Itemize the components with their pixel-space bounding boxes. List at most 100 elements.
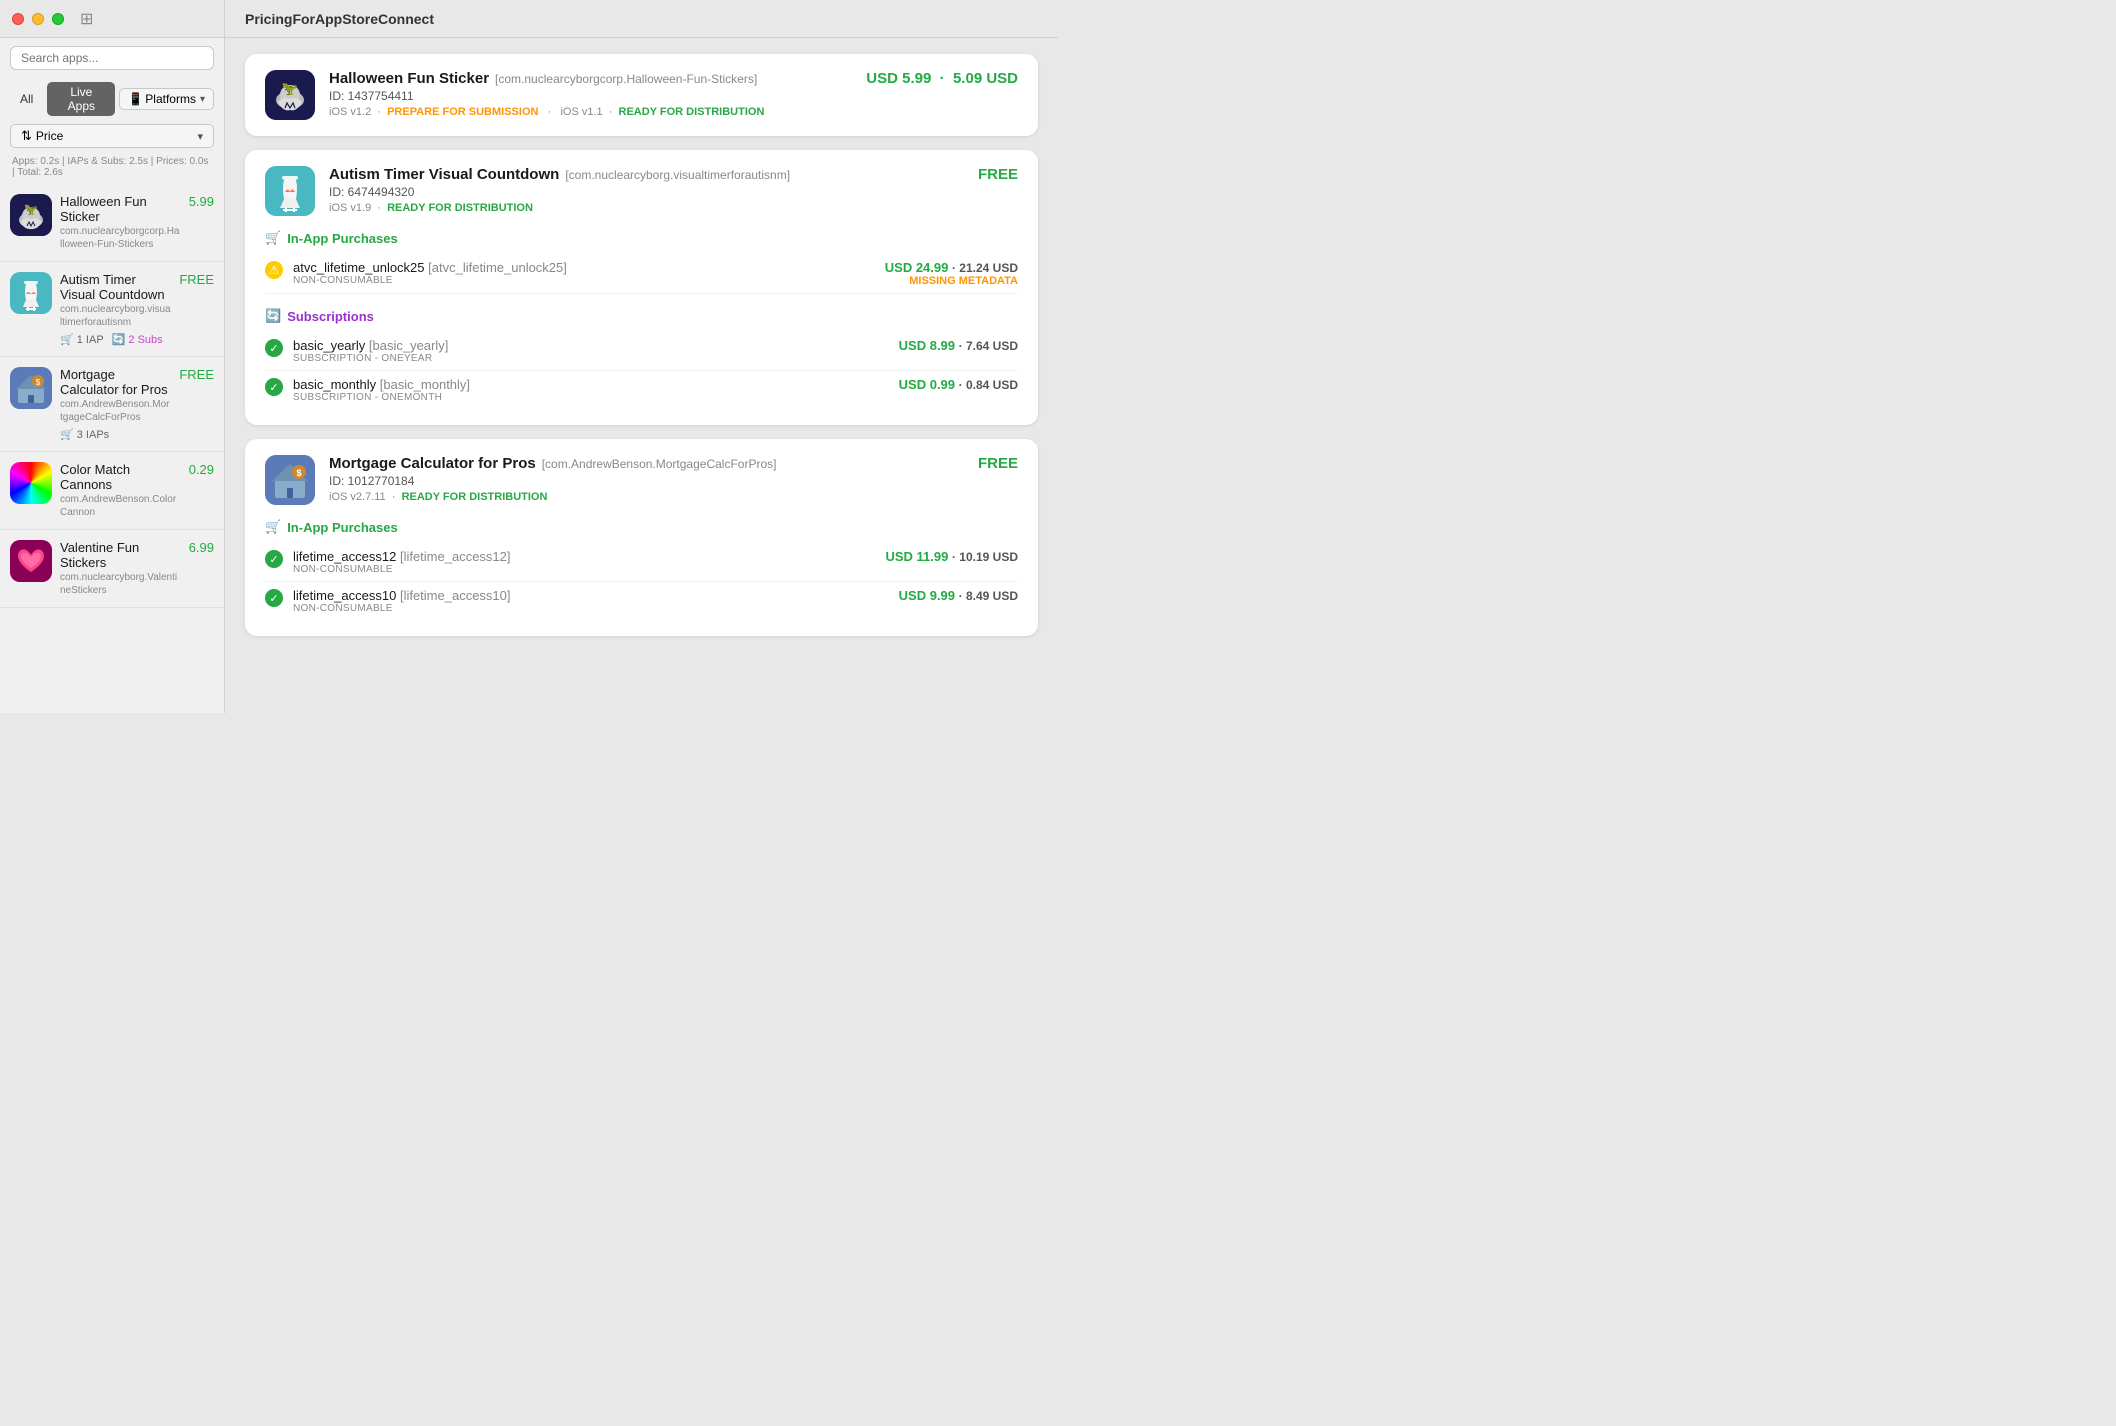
minimize-button[interactable] <box>32 13 44 25</box>
valentine-app-name: Valentine Fun Stickers <box>60 540 181 570</box>
iap-lifetime12-name: lifetime_access12 [lifetime_access12] <box>293 549 875 564</box>
iap-lifetime12: ✓ lifetime_access12 [lifetime_access12] … <box>265 543 1018 582</box>
autism-iap-section-header: 🛒 In-App Purchases <box>265 230 1018 246</box>
svg-text:🦖: 🦖 <box>282 81 298 96</box>
valentine-app-price: 6.99 <box>189 540 214 555</box>
mortgage-iap-label: In-App Purchases <box>287 520 398 535</box>
titlebar: ⊞ <box>0 0 224 38</box>
mortgage-app-icon: $ <box>10 367 52 409</box>
sidebar-toggle-icon[interactable]: ⊞ <box>80 9 93 29</box>
iap-lifetime12-info: lifetime_access12 [lifetime_access12] NO… <box>293 549 875 575</box>
refresh-icon: 🔄 <box>265 308 281 324</box>
autism-app-tags: 🛒 1 IAP 🔄 2 Subs <box>60 333 171 346</box>
sub-monthly-type: SUBSCRIPTION - oneMonth <box>293 392 889 403</box>
filter-live-button[interactable]: Live Apps <box>47 82 115 116</box>
mortgage-app-tags: 🛒 3 IAPs <box>60 428 171 441</box>
platform-icon: 📱 <box>128 92 143 106</box>
sub-basic-yearly: ✓ basic_yearly [basic_yearly] SUBSCRIPTI… <box>265 332 1018 371</box>
color-app-info: Color Match Cannons com.AndrewBenson.Col… <box>60 462 181 519</box>
halloween-version-status-2: READY FOR DISTRIBUTION <box>619 106 765 118</box>
search-input[interactable] <box>10 46 214 70</box>
sidebar-item-color[interactable]: Color Match Cannons com.AndrewBenson.Col… <box>0 452 224 530</box>
card-autism-versions: iOS v1.9 · READY FOR DISTRIBUTION <box>329 202 964 214</box>
card-halloween: 🦖 Halloween Fun Sticker [com.nuclearcybo… <box>245 54 1038 136</box>
iap-atvc-price: USD 24.99 · 21.24 USD MISSING METADATA <box>885 260 1018 287</box>
sidebar-item-valentine[interactable]: Valentine Fun Stickers com.nuclearcyborg… <box>0 530 224 608</box>
autism-app-bundle: com.nuclearcyborg.visualtimerforautisnm <box>60 303 171 329</box>
warning-icon: ⚠ <box>265 261 283 279</box>
sort-row: ⇅ Price ▾ <box>0 120 224 152</box>
chevron-down-icon: ▾ <box>200 94 205 105</box>
search-bar <box>0 38 224 78</box>
filter-platforms-dropdown[interactable]: 📱 Platforms ▾ <box>119 88 214 110</box>
sidebar-item-autism[interactable]: Autism Timer Visual Countdown com.nuclea… <box>0 262 224 357</box>
sort-price-button[interactable]: ⇅ Price ▾ <box>10 124 214 148</box>
color-app-bundle: com.AndrewBenson.ColorCannon <box>60 493 181 519</box>
card-autism-info: Autism Timer Visual Countdown [com.nucle… <box>329 166 964 214</box>
valentine-app-icon <box>10 540 52 582</box>
sub-monthly-price-main: USD 0.99 · 0.84 USD <box>899 377 1018 392</box>
card-autism-bundle: [com.nuclearcyborg.visualtimerforautisnm… <box>565 168 790 182</box>
card-halloween-versions: iOS v1.2 · PREPARE FOR SUBMISSION · iOS … <box>329 106 852 118</box>
card-halloween-icon: 🦖 <box>265 70 315 120</box>
iap-atvc-bundle: [atvc_lifetime_unlock25] <box>428 260 567 275</box>
autism-sub-section-header: 🔄 Subscriptions <box>265 308 1018 324</box>
iap-lifetime12-price: USD 11.99 · 10.19 USD <box>885 549 1018 564</box>
cart-icon-mortgage: 🛒 <box>265 519 281 535</box>
card-mortgage-bundle: [com.AndrewBenson.MortgageCalcForPros] <box>542 457 777 471</box>
autism-iap-tag: 🛒 1 IAP <box>60 333 104 346</box>
card-autism-title-row: Autism Timer Visual Countdown [com.nucle… <box>329 166 964 183</box>
card-autism-price: FREE <box>978 166 1018 183</box>
iap-lifetime10-name: lifetime_access10 [lifetime_access10] <box>293 588 889 603</box>
maximize-button[interactable] <box>52 13 64 25</box>
sidebar-item-halloween[interactable]: 🦖 Halloween Fun Sticker com.nuclearcybor… <box>0 184 224 262</box>
card-mortgage-header: $ Mortgage Calculator for Pros [com.Andr… <box>265 455 1018 505</box>
card-autism-icon <box>265 166 315 216</box>
valentine-app-bundle: com.nuclearcyborg.ValentineStickers <box>60 571 181 597</box>
card-halloween-price: USD 5.99 · 5.09 USD <box>866 70 1018 87</box>
card-halloween-header: 🦖 Halloween Fun Sticker [com.nuclearcybo… <box>265 70 1018 120</box>
sidebar-item-mortgage[interactable]: $ Mortgage Calculator for Pros com.Andre… <box>0 357 224 452</box>
halloween-app-name: Halloween Fun Sticker <box>60 194 181 224</box>
main-content: 🦖 Halloween Fun Sticker [com.nuclearcybo… <box>225 38 1058 713</box>
halloween-app-price: 5.99 <box>189 194 214 209</box>
card-mortgage: $ Mortgage Calculator for Pros [com.Andr… <box>245 439 1038 636</box>
iap-lifetime10-price-main: USD 9.99 · 8.49 USD <box>899 588 1018 603</box>
sub-yearly-name: basic_yearly [basic_yearly] <box>293 338 889 353</box>
cart-icon: 🛒 <box>265 230 281 246</box>
iap-lifetime10-type: NON-CONSUMABLE <box>293 603 889 614</box>
color-app-price: 0.29 <box>189 462 214 477</box>
mortgage-version-status: READY FOR DISTRIBUTION <box>402 491 548 503</box>
sub-monthly-info: basic_monthly [basic_monthly] SUBSCRIPTI… <box>293 377 889 403</box>
sub-yearly-type: SUBSCRIPTION - oneYear <box>293 353 889 364</box>
mortgage-iap-tag: 🛒 3 IAPs <box>60 428 109 441</box>
mortgage-iap-section-header: 🛒 In-App Purchases <box>265 519 1018 535</box>
iap-atvc-type: NON-CONSUMABLE <box>293 275 875 286</box>
mortgage-app-info: Mortgage Calculator for Pros com.AndrewB… <box>60 367 171 441</box>
check-icon-monthly: ✓ <box>265 378 283 396</box>
filter-all-button[interactable]: All <box>10 89 43 109</box>
autism-app-name: Autism Timer Visual Countdown <box>60 272 171 302</box>
stats-bar: Apps: 0.2s | IAPs & Subs: 2.5s | Prices:… <box>0 152 224 184</box>
card-autism-name: Autism Timer Visual Countdown <box>329 166 559 183</box>
main-panel: PricingForAppStoreConnect 🦖 <box>225 0 1058 713</box>
sort-chevron-icon: ▾ <box>197 130 203 143</box>
color-app-name: Color Match Cannons <box>60 462 181 492</box>
card-halloween-info: Halloween Fun Sticker [com.nuclearcyborg… <box>329 70 852 118</box>
stats-text: Apps: 0.2s | IAPs & Subs: 2.5s | Prices:… <box>12 156 208 178</box>
sub-monthly-name: basic_monthly [basic_monthly] <box>293 377 889 392</box>
autism-app-info: Autism Timer Visual Countdown com.nuclea… <box>60 272 171 346</box>
sub-section-label: Subscriptions <box>287 309 374 324</box>
close-button[interactable] <box>12 13 24 25</box>
card-mortgage-versions: iOS v2.7.11 · READY FOR DISTRIBUTION <box>329 491 964 503</box>
sub-monthly-price: USD 0.99 · 0.84 USD <box>899 377 1018 392</box>
iap-lifetime12-price-main: USD 11.99 · 10.19 USD <box>885 549 1018 564</box>
card-mortgage-title-row: Mortgage Calculator for Pros [com.Andrew… <box>329 455 964 472</box>
platforms-label: Platforms <box>145 92 196 106</box>
card-mortgage-name: Mortgage Calculator for Pros <box>329 455 536 472</box>
svg-text:$: $ <box>36 378 41 387</box>
app-list: 🦖 Halloween Fun Sticker com.nuclearcybor… <box>0 184 224 713</box>
iap-atvc-price-main: USD 24.99 · 21.24 USD <box>885 260 1018 275</box>
svg-text:$: $ <box>296 468 301 478</box>
iap-lifetime10-info: lifetime_access10 [lifetime_access10] NO… <box>293 588 889 614</box>
